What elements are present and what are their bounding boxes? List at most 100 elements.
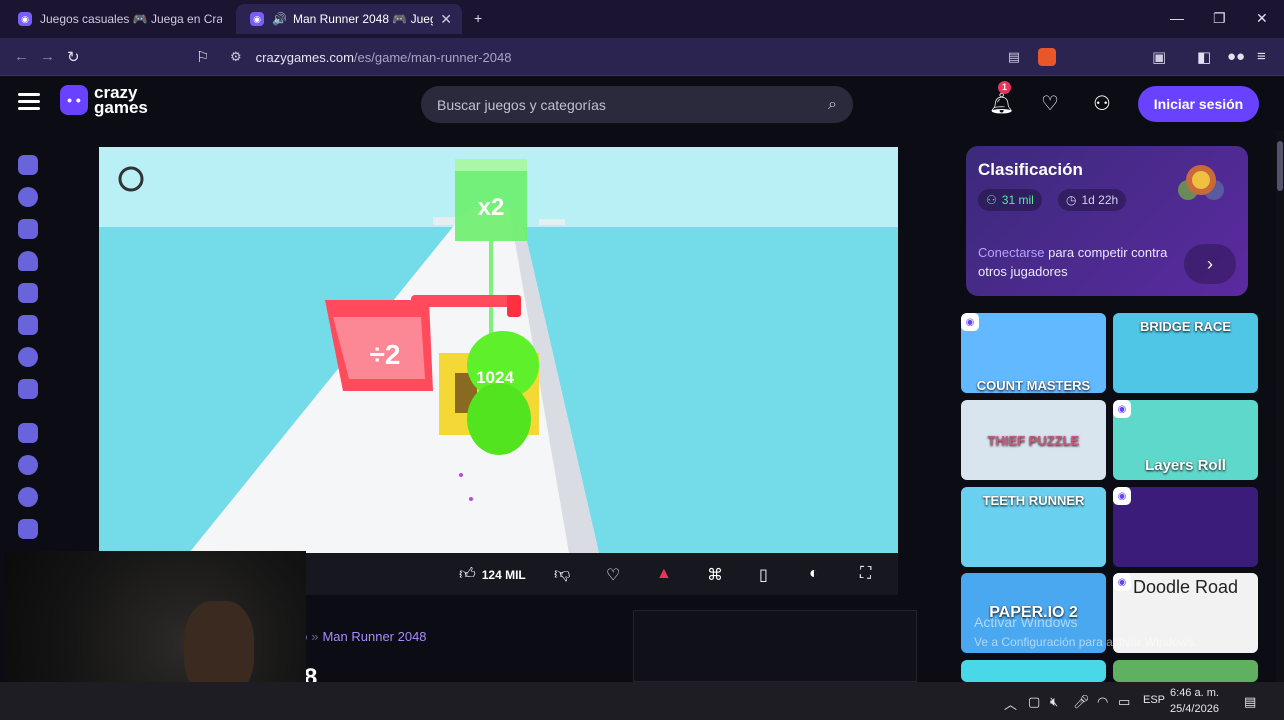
- connect-text: Conectarse para competir contra otros ju…: [978, 245, 1168, 279]
- restart-icon[interactable]: [118, 166, 144, 192]
- close-tab-icon[interactable]: ✕: [440, 11, 452, 28]
- game-thumbnail[interactable]: [961, 660, 1106, 682]
- trending-icon[interactable]: [18, 251, 38, 271]
- leaderboard-arrow-button[interactable]: ›: [1184, 244, 1236, 284]
- close-window-icon[interactable]: ✕: [1256, 10, 1268, 27]
- wifi-icon[interactable]: ◠: [1097, 694, 1108, 710]
- new-tab-button[interactable]: +: [474, 10, 482, 26]
- minimize-icon[interactable]: —: [1170, 10, 1184, 26]
- search-placeholder: Buscar juegos y categorías: [437, 96, 606, 113]
- menu-icon[interactable]: ≡: [1257, 48, 1266, 65]
- maximize-icon[interactable]: ❐: [1213, 10, 1226, 27]
- game-thumbnail[interactable]: ◉ COUNT MASTERS: [961, 313, 1106, 393]
- tab-label: Juegos casuales 🎮 Juega en CrazyG: [40, 12, 222, 26]
- action-icon[interactable]: [18, 423, 38, 443]
- basketball-icon[interactable]: [18, 487, 38, 507]
- beauty-icon[interactable]: [18, 519, 38, 539]
- notifications-icon[interactable]: ▤: [1244, 694, 1256, 710]
- mic-icon[interactable]: 🎤︎: [1073, 694, 1090, 710]
- wallet-icon[interactable]: ▣: [1152, 48, 1166, 66]
- hamburger-menu-icon[interactable]: [18, 93, 40, 113]
- game-thumbnail[interactable]: ◉: [1113, 487, 1258, 567]
- heart-icon[interactable]: ♡: [1041, 91, 1059, 116]
- divide-gate-label: ÷2: [370, 339, 401, 370]
- flag-icon: ▲: [656, 565, 672, 582]
- favorite-button[interactable]: ♡: [606, 565, 620, 585]
- originals-icon[interactable]: [18, 315, 38, 335]
- game-thumbnail[interactable]: THIEF PUZZLE: [961, 400, 1106, 480]
- battery-icon[interactable]: ▭: [1118, 694, 1130, 710]
- tab-man-runner[interactable]: ◉ 🔊 Man Runner 2048 🎮 Juega e ✕: [236, 4, 462, 34]
- breadcrumb-current[interactable]: Man Runner 2048: [322, 629, 426, 644]
- brave-shield-icon[interactable]: [1038, 48, 1056, 66]
- friends-icon[interactable]: ⚇: [1093, 91, 1111, 116]
- leo-icon[interactable]: ●●: [1227, 48, 1245, 65]
- search-input[interactable]: Buscar juegos y categorías ⌕: [421, 86, 853, 123]
- game-canvas[interactable]: x2 ÷2 1024: [99, 147, 898, 553]
- crazygames-favicon-icon: ◉: [18, 12, 32, 26]
- ad-placeholder: [633, 610, 917, 682]
- new-icon[interactable]: [18, 219, 38, 239]
- medal-icon: [1178, 165, 1224, 200]
- login-button[interactable]: Iniciar sesión: [1138, 86, 1259, 122]
- updated-icon[interactable]: [18, 283, 38, 303]
- phone-icon: ▯: [759, 567, 768, 584]
- gate-top: [455, 159, 527, 171]
- gate-post: [507, 295, 521, 317]
- bookmark-icon[interactable]: ⚐: [196, 48, 209, 66]
- sound-icon: ◐: [809, 565, 819, 582]
- game-thumbnail[interactable]: [1113, 660, 1258, 682]
- leaderboard-icon[interactable]: [18, 379, 38, 399]
- language-indicator[interactable]: ESP: [1143, 694, 1165, 706]
- leaderboard-title: Clasificación: [978, 160, 1083, 179]
- share-button[interactable]: ⌘: [707, 565, 723, 585]
- multiplayer-icon[interactable]: [18, 347, 38, 367]
- search-icon[interactable]: ⌕: [828, 96, 837, 114]
- page-scrollbar[interactable]: [1276, 131, 1284, 682]
- browser-tab-bar: ◉ Juegos casuales 🎮 Juega en CrazyG ◉ 🔊 …: [0, 0, 1284, 38]
- site-info-icon[interactable]: ⚙: [230, 49, 242, 65]
- watermark-line1: Activar Windows: [974, 614, 1078, 630]
- connect-link[interactable]: Conectarse: [978, 245, 1044, 260]
- theater-button[interactable]: ▯: [759, 565, 768, 585]
- bell-icon[interactable]: 🔔︎: [989, 91, 1014, 116]
- sidebar-toggle-icon[interactable]: ◧: [1197, 48, 1211, 66]
- crazygames-logo[interactable]: • • crazy games: [60, 84, 148, 116]
- clock-time: 6:46 a. m.: [1170, 687, 1219, 699]
- game-thumbnail[interactable]: ◉ Layers Roll: [1113, 400, 1258, 480]
- forward-icon[interactable]: →: [40, 48, 55, 65]
- home-icon[interactable]: [18, 155, 38, 175]
- recent-icon[interactable]: [18, 187, 38, 207]
- logo-mark-icon: • •: [60, 85, 88, 115]
- leaderboard-card[interactable]: Clasificación ⚇ 31 mil ◷ 1d 22h Conectarse…: [966, 146, 1248, 296]
- particle: [469, 497, 473, 501]
- game-thumbnail[interactable]: TEETH RUNNER: [961, 487, 1106, 567]
- back-icon[interactable]: ←: [14, 48, 29, 65]
- watermark-line2: Ve a Configuración para activar Windows.: [974, 635, 1197, 649]
- report-button[interactable]: ▲: [656, 565, 672, 583]
- game-thumbnail[interactable]: BRIDGE RACE: [1113, 313, 1258, 393]
- site-header: • • crazy games Buscar juegos y categorí…: [0, 77, 1284, 131]
- like-count: 124 MIL: [481, 567, 526, 582]
- mute-button[interactable]: ◐: [809, 565, 819, 583]
- scrollbar-thumb[interactable]: [1277, 141, 1283, 191]
- dislike-button[interactable]: 👎︎: [554, 565, 570, 584]
- url-bar[interactable]: ⚙ crazygames.com/es/game/man-runner-2048…: [222, 44, 1062, 70]
- like-button[interactable]: 👍︎ 124 MIL: [459, 565, 526, 584]
- tab-casual-games[interactable]: ◉ Juegos casuales 🎮 Juega en CrazyG: [4, 4, 232, 34]
- address-toolbar: ← → ↻ ⚐ ⚙ crazygames.com/es/game/man-run…: [0, 38, 1284, 76]
- clock-icon: ◷: [1066, 193, 1077, 207]
- clock-date: 25/4/2026: [1170, 703, 1219, 715]
- adventure-icon[interactable]: [18, 455, 38, 475]
- device-icon[interactable]: ▢: [1028, 694, 1040, 710]
- player-value-label: 1024: [476, 368, 514, 387]
- system-clock[interactable]: 6:46 a. m. 25/4/2026: [1170, 685, 1219, 717]
- players-icon: ⚇: [986, 193, 997, 207]
- game-scene: x2 ÷2 1024: [118, 159, 599, 553]
- players-count: ⚇ 31 mil: [978, 189, 1042, 211]
- reader-mode-icon[interactable]: ▤: [1008, 49, 1020, 65]
- tray-chevron-icon[interactable]: ︿: [1004, 694, 1017, 713]
- reload-icon[interactable]: ↻: [67, 48, 80, 66]
- fullscreen-button[interactable]: ⛶: [860, 565, 871, 583]
- mute-icon[interactable]: 🔇︎: [1050, 694, 1058, 710]
